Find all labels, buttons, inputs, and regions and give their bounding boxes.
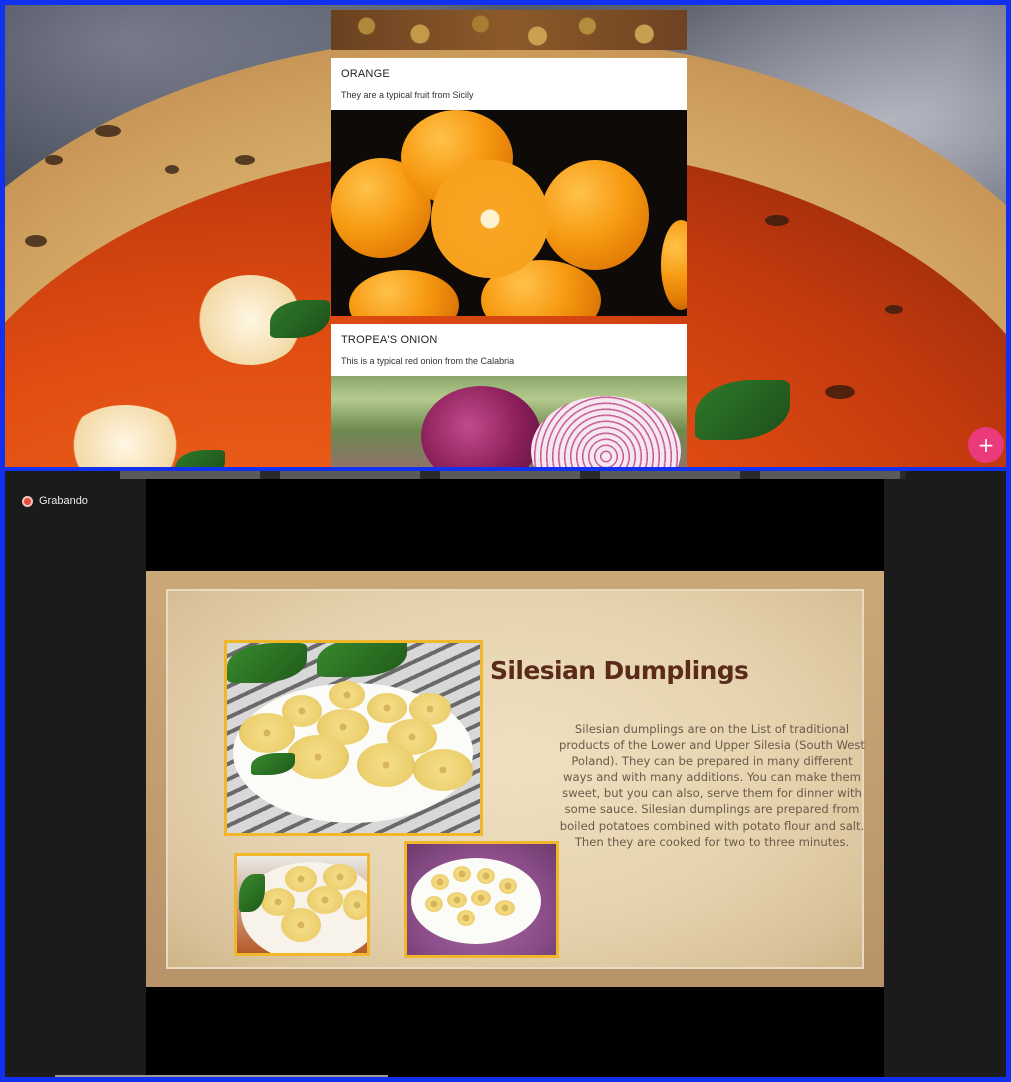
record-icon [22,495,33,507]
slide-title: Silesian Dumplings [490,656,749,685]
post-body: They are a typical fruit from Sicily [341,90,474,100]
slide-description: Silesian dumplings are on the List of tr… [559,722,865,849]
presentation-slide: Silesian Dumplings Silesian dumplings ar… [146,571,884,987]
scroll-indicator[interactable] [55,1075,388,1077]
slide-parchment: Silesian Dumplings Silesian dumplings ar… [166,589,865,969]
post-body: This is a typical red onion from the Cal… [341,356,515,366]
beans-photo [331,10,687,50]
oranges-photo [331,110,687,316]
red-onion-photo [331,376,687,467]
shared-board-panel: ORANGE They are a typical fruit from Sic… [5,5,1006,467]
board-column[interactable]: ORANGE They are a typical fruit from Sic… [331,5,687,467]
dumplings-plate-photo [224,640,483,836]
recording-indicator: Grabando [22,495,88,507]
add-post-button[interactable]: + [968,427,1004,463]
post-card-onion[interactable]: TROPEA'S ONION This is a typical red oni… [331,324,687,376]
dumplings-bacon-photo [404,841,559,958]
post-card-orange[interactable]: ORANGE They are a typical fruit from Sic… [331,58,687,110]
recording-label: Grabando [39,495,88,507]
post-title: ORANGE [341,68,390,80]
dumplings-sauce-photo [234,853,370,956]
post-title: TROPEA'S ONION [341,334,438,346]
participant-thumbnails-strip[interactable] [120,471,906,479]
